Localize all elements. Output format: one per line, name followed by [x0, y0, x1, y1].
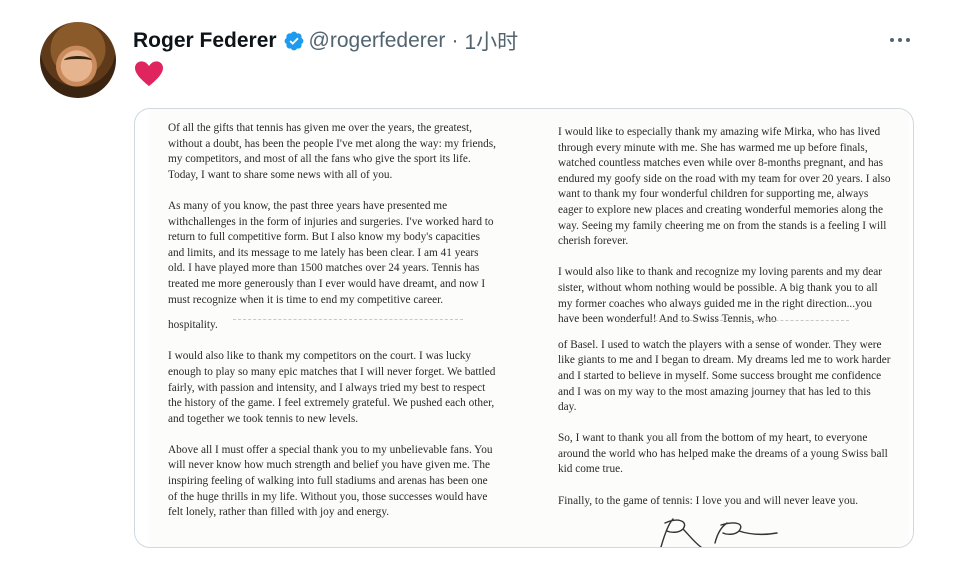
letter-paragraph: Above all I must offer a special thank y… [168, 443, 493, 519]
timestamp[interactable]: 1小时 [464, 26, 518, 56]
letter-paragraph: Finally, to the game of tennis: I love y… [558, 494, 859, 507]
letter-paragraph: Of all the gifts that tennis has given m… [168, 122, 496, 181]
verified-badge-icon [284, 31, 303, 51]
letter-paragraph: hospitality. [168, 319, 218, 332]
author-name[interactable]: Roger Federer [133, 29, 277, 53]
page-break-line [233, 319, 463, 320]
more-dot-icon [890, 38, 894, 42]
more-options-button[interactable] [886, 30, 914, 50]
author-handle[interactable]: @rogerfederer [309, 29, 446, 53]
letter-paragraph: I would like to especially thank my amaz… [558, 126, 891, 248]
more-dot-icon [898, 38, 902, 42]
separator-dot: · [451, 29, 459, 52]
letter-paragraph: As many of you know, the past three year… [168, 199, 494, 306]
red-heart-icon [135, 61, 163, 87]
avatar[interactable] [40, 22, 116, 98]
letter-image: Of all the gifts that tennis has given m… [149, 109, 909, 547]
letter-paragraph: I would also like to thank my competitor… [168, 350, 496, 425]
letter-paragraph: So, I want to thank you all from the bot… [558, 432, 888, 476]
letter-right-column: I would like to especially thank my amaz… [558, 125, 892, 525]
page-break-line [619, 320, 849, 321]
handwritten-signature [660, 518, 778, 547]
media-card[interactable]: Of all the gifts that tennis has given m… [134, 108, 914, 548]
letter-paragraph: of Basel. I used to watch the players wi… [558, 338, 891, 414]
letter-paragraph: I would also like to thank and recognize… [558, 266, 883, 326]
tweet-header: Roger Federer @rogerfederer · 1小时 [133, 28, 518, 54]
letter-left-column: Of all the gifts that tennis has given m… [168, 121, 498, 536]
more-dot-icon [906, 38, 910, 42]
